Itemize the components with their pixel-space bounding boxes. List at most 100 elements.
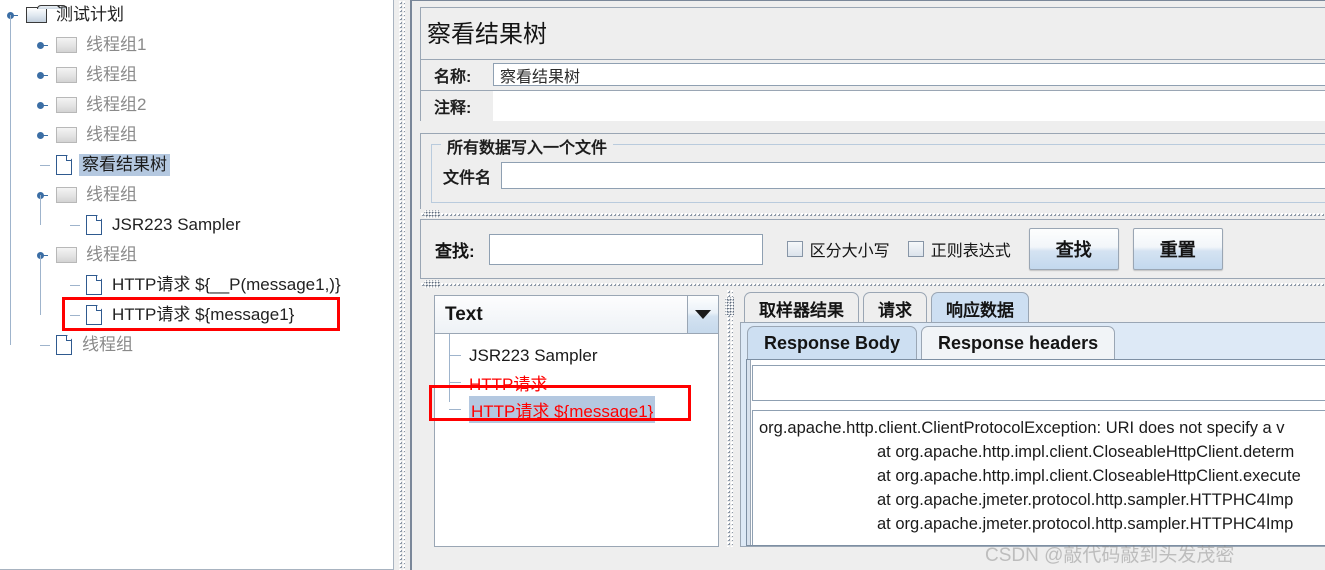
- tree-node-label: 线程组: [86, 125, 137, 144]
- result-row-label: HTTP请求 ${message1}: [469, 396, 656, 423]
- document-icon: [86, 305, 102, 325]
- result-row[interactable]: HTTP请求 ${message1}: [435, 396, 718, 423]
- tree-connector: [449, 409, 461, 410]
- detail-tabstrip[interactable]: 取样器结果 请求 响应数据: [740, 289, 1325, 323]
- tree-connector: [40, 195, 41, 225]
- results-area: Text JSR223 Sampler HTTP请求 HTTP请求 ${messag…: [420, 289, 1325, 547]
- reset-button[interactable]: 重置: [1132, 228, 1223, 270]
- tree-node[interactable]: 线程组2: [0, 90, 393, 120]
- detail-tab-body: Response Body Response headers org.apache…: [740, 322, 1325, 547]
- vsplitter-grip: [725, 297, 734, 315]
- response-body-text: org.apache.http.client.ClientProtocolExc…: [752, 410, 1325, 545]
- detail-tab[interactable]: 响应数据: [931, 292, 1029, 323]
- tree-connector: [449, 382, 461, 383]
- tree-connector: [40, 255, 41, 315]
- tree-node[interactable]: 线程组: [0, 180, 393, 210]
- tree-node-label: 线程组2: [86, 95, 147, 114]
- tree-expand-handle-icon[interactable]: [37, 100, 48, 111]
- detail-tab[interactable]: 取样器结果: [744, 292, 859, 323]
- chevron-down-icon: [695, 310, 711, 319]
- jmeter-window: 测试计划 线程组1 线程组 线程组2 线程组 察看结果树 线程组 JSR223 Sampler…: [0, 0, 1325, 570]
- tree-collapse-handle-icon[interactable]: [7, 10, 18, 21]
- result-row[interactable]: JSR223 Sampler: [435, 342, 718, 369]
- search-button[interactable]: 查找: [1028, 228, 1119, 270]
- response-line: at org.apache.http.impl.client.Closeable…: [877, 443, 1295, 461]
- tree-expand-handle-icon[interactable]: [37, 130, 48, 141]
- horizontal-splitter-bottom[interactable]: [420, 280, 1325, 289]
- splitter-dots: [420, 212, 1325, 217]
- splitter-grip: [424, 210, 440, 218]
- results-tree-panel[interactable]: Text JSR223 Sampler HTTP请求 HTTP请求 ${messag…: [434, 295, 719, 547]
- folder-icon: [56, 247, 77, 263]
- tree-connector: [70, 315, 80, 316]
- find-input[interactable]: [488, 233, 763, 265]
- tree-node-label: 线程组1: [86, 35, 147, 54]
- horizontal-splitter-top[interactable]: [420, 210, 1325, 219]
- regex-checkbox-wrap[interactable]: 正则表达式: [907, 237, 1011, 261]
- tree-node[interactable]: 线程组: [0, 120, 393, 150]
- write-all-data-groupbox: 所有数据写入一个文件 文件名: [420, 133, 1325, 209]
- test-plan-tree-panel[interactable]: 测试计划 线程组1 线程组 线程组2 线程组 察看结果树 线程组 JSR223 Sampler…: [0, 0, 394, 570]
- splitter-dots: [420, 282, 1325, 287]
- tree-node[interactable]: 察看结果树: [0, 150, 393, 180]
- response-subtabstrip[interactable]: Response Body Response headers: [741, 323, 1325, 359]
- checkbox-icon[interactable]: [786, 241, 803, 257]
- comment-input[interactable]: [493, 91, 1325, 121]
- response-line: org.apache.http.client.ClientProtocolExc…: [759, 419, 1285, 437]
- checkbox-icon[interactable]: [907, 241, 924, 257]
- page-title: 察看结果树: [420, 7, 1325, 59]
- tree-node-label: 线程组: [86, 185, 137, 204]
- tree-node-label: HTTP请求 ${message1}: [112, 305, 295, 324]
- splitter-grip: [424, 280, 440, 288]
- tree-node-label: 线程组: [82, 335, 133, 354]
- detail-tab-pane: 取样器结果 请求 响应数据 Response Body Response header…: [740, 289, 1325, 547]
- response-subtab[interactable]: Response Body: [747, 326, 918, 359]
- result-row[interactable]: HTTP请求: [435, 369, 718, 396]
- response-scrollbar[interactable]: [747, 360, 751, 545]
- detail-tab[interactable]: 请求: [863, 292, 927, 323]
- result-row-label: HTTP请求: [469, 375, 548, 394]
- response-search-input[interactable]: [752, 365, 1325, 401]
- document-icon: [86, 275, 102, 295]
- vsplitter-dots: [726, 289, 733, 547]
- tree-node[interactable]: 线程组: [0, 60, 393, 90]
- find-label: 查找:: [435, 241, 475, 261]
- folder-icon: [56, 187, 77, 203]
- document-icon: [86, 215, 102, 235]
- folder-icon: [56, 37, 77, 53]
- tree-node[interactable]: JSR223 Sampler: [0, 210, 393, 240]
- tree-node-label: 线程组: [86, 245, 137, 264]
- filename-input[interactable]: [501, 162, 1325, 189]
- name-field-row: 名称: 察看结果树: [420, 59, 1325, 90]
- folder-icon: [26, 5, 67, 23]
- case-sensitive-label: 区分大小写: [809, 243, 890, 260]
- tree-connector: [40, 345, 50, 346]
- name-input[interactable]: 察看结果树: [493, 63, 1325, 86]
- main-split-divider[interactable]: [394, 0, 412, 570]
- name-label: 名称:: [434, 69, 472, 86]
- render-selector-arrow-button[interactable]: [688, 296, 718, 333]
- tree-expand-handle-icon[interactable]: [37, 70, 48, 81]
- tree-expand-handle-icon[interactable]: [37, 40, 48, 51]
- results-vertical-splitter[interactable]: [723, 289, 736, 547]
- tree-node-label: 察看结果树: [79, 154, 170, 176]
- tree-node[interactable]: 线程组: [0, 330, 393, 360]
- response-subtab[interactable]: Response headers: [921, 326, 1116, 359]
- tree-node-label: JSR223 Sampler: [112, 215, 241, 234]
- tree-collapse-handle-icon[interactable]: [37, 250, 48, 261]
- case-sensitive-checkbox-wrap[interactable]: 区分大小写: [786, 237, 890, 261]
- response-body-container: org.apache.http.client.ClientProtocolExc…: [746, 359, 1325, 546]
- document-icon: [56, 155, 72, 175]
- tree-collapse-handle-icon[interactable]: [37, 190, 48, 201]
- comment-field-row: 注释:: [420, 90, 1325, 121]
- tree-node[interactable]: HTTP请求 ${__P(message1,)}: [0, 270, 393, 300]
- tree-connector: [449, 334, 450, 402]
- tree-node[interactable]: 线程组: [0, 240, 393, 270]
- tree-node[interactable]: 测试计划: [0, 0, 393, 30]
- tree-node[interactable]: HTTP请求 ${message1}: [0, 300, 393, 330]
- tree-node[interactable]: 线程组1: [0, 30, 393, 60]
- render-selector[interactable]: Text: [435, 296, 718, 334]
- find-toolbar: 查找: 区分大小写 正则表达式 查找 重置: [420, 219, 1325, 279]
- folder-icon: [56, 97, 77, 113]
- tree-node-label: 测试计划: [56, 5, 124, 24]
